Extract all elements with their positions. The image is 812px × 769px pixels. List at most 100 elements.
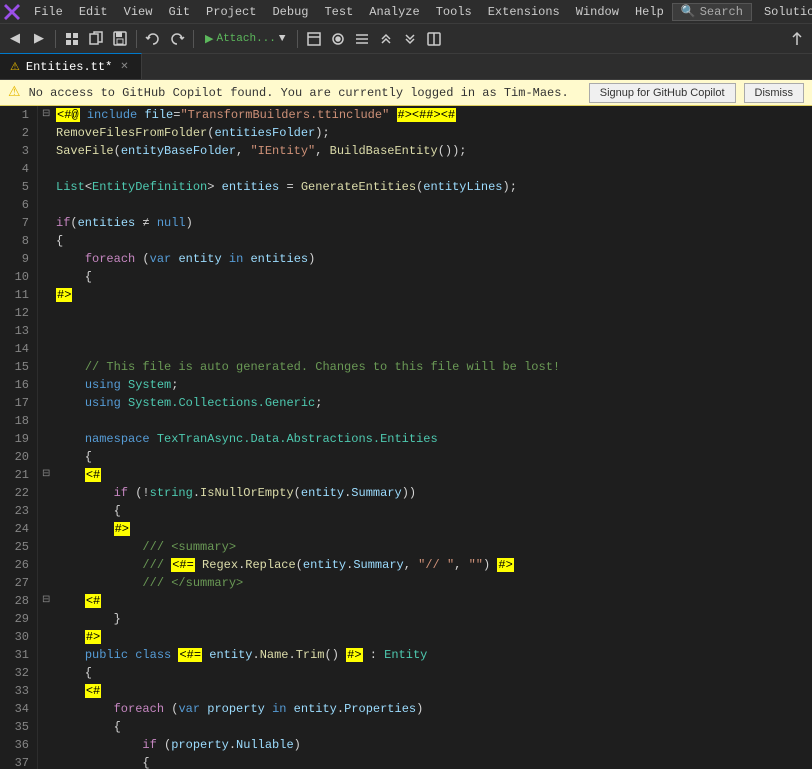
line-content: public class <#= entity.Name.Trim() #> :… [56,646,427,664]
line-number: 33 [8,682,29,700]
line-content: <# [56,466,101,484]
menu-extensions[interactable]: Extensions [480,0,568,24]
code-line: /// <summary> [42,538,808,556]
menu-edit[interactable]: Edit [71,0,116,24]
line-number: 2 [8,124,29,142]
code-line: ⊟ <# [42,466,808,484]
notification-text: No access to GitHub Copilot found. You a… [29,86,581,100]
separator-2 [136,30,137,48]
code-line: SaveFile(entityBaseFolder, "IEntity", Bu… [42,142,808,160]
code-line: { [42,232,808,250]
line-content: { [56,502,121,520]
line-number: 22 [8,484,29,502]
open-file-button[interactable] [85,28,107,50]
search-box[interactable]: 🔍 Search [672,3,752,21]
toolbar-right [786,28,808,50]
code-line [42,340,808,358]
app-logo [4,3,20,21]
line-number: 29 [8,610,29,628]
fold-icon[interactable]: ⊟ [42,106,56,124]
code-line: { [42,754,808,769]
code-line [42,322,808,340]
signup-copilot-button[interactable]: Signup for GitHub Copilot [589,83,736,103]
menu-window[interactable]: Window [568,0,627,24]
solution-label: Solution1 [756,0,812,24]
separator-1 [55,30,56,48]
tab-entities[interactable]: ⚠ Entities.tt* ✕ [0,53,142,79]
menu-debug[interactable]: Debug [264,0,316,24]
toolbtn-8[interactable] [375,28,397,50]
line-number: 32 [8,664,29,682]
attach-label: Attach... [216,33,275,45]
line-number: 30 [8,628,29,646]
line-content: { [56,718,121,736]
line-number: 14 [8,340,29,358]
attach-dropdown-icon[interactable]: ▼ [279,33,286,45]
line-content: /// </summary> [56,574,243,592]
line-content: { [56,232,63,250]
line-number: 12 [8,304,29,322]
code-line [42,196,808,214]
menu-help[interactable]: Help [627,0,672,24]
line-number: 15 [8,358,29,376]
line-number: 25 [8,538,29,556]
toolbtn-5[interactable] [303,28,325,50]
code-line [42,304,808,322]
menubar: File Edit View Git Project Debug Test An… [0,0,812,24]
forward-button[interactable]: ▶ [28,28,50,50]
line-number: 19 [8,430,29,448]
toolbtn-10[interactable] [423,28,445,50]
code-line: List<EntityDefinition> entities = Genera… [42,178,808,196]
code-line: if (!string.IsNullOrEmpty(entity.Summary… [42,484,808,502]
fold-icon[interactable]: ⊟ [42,466,56,484]
code-line: #> [42,286,808,304]
tab-close-button[interactable]: ✕ [118,60,130,74]
search-label: Search [700,5,743,19]
code-line: { [42,268,808,286]
line-number: 11 [8,286,29,304]
line-number: 23 [8,502,29,520]
line-number: 13 [8,322,29,340]
pin-button[interactable] [786,28,808,50]
code-line: using System; [42,376,808,394]
separator-4 [297,30,298,48]
toolbtn-7[interactable] [351,28,373,50]
new-project-button[interactable] [61,28,83,50]
menu-git[interactable]: Git [160,0,198,24]
line-content: foreach (var entity in entities) [56,250,315,268]
line-number: 4 [8,160,29,178]
dismiss-button[interactable]: Dismiss [744,83,805,103]
line-content: <#@ include file="TransformBuilders.ttin… [56,106,456,124]
code-content[interactable]: ⊟<#@ include file="TransformBuilders.tti… [38,106,812,769]
menu-view[interactable]: View [116,0,161,24]
line-content: /// <#= Regex.Replace(entity.Summary, "/… [56,556,514,574]
menu-tools[interactable]: Tools [428,0,480,24]
fold-icon[interactable]: ⊟ [42,592,56,610]
line-content: } [56,610,121,628]
separator-3 [193,30,194,48]
line-content: #> [56,628,101,646]
undo-button[interactable] [142,28,164,50]
code-line: if (property.Nullable) [42,736,808,754]
line-number: 35 [8,718,29,736]
start-button[interactable]: ▶ Attach... ▼ [199,28,292,50]
line-content: <# [56,592,101,610]
code-line: using System.Collections.Generic; [42,394,808,412]
line-content: /// <summary> [56,538,236,556]
code-line: } [42,610,808,628]
line-number: 37 [8,754,29,769]
menu-project[interactable]: Project [198,0,264,24]
save-button[interactable] [109,28,131,50]
menu-analyze[interactable]: Analyze [361,0,427,24]
back-icon: ◀ [10,31,20,46]
line-number: 26 [8,556,29,574]
back-button[interactable]: ◀ [4,28,26,50]
toolbtn-9[interactable] [399,28,421,50]
redo-button[interactable] [166,28,188,50]
line-content: #> [56,520,130,538]
toolbtn-6[interactable] [327,28,349,50]
line-content: using System; [56,376,178,394]
menu-file[interactable]: File [26,0,71,24]
menu-test[interactable]: Test [316,0,361,24]
line-number: 17 [8,394,29,412]
